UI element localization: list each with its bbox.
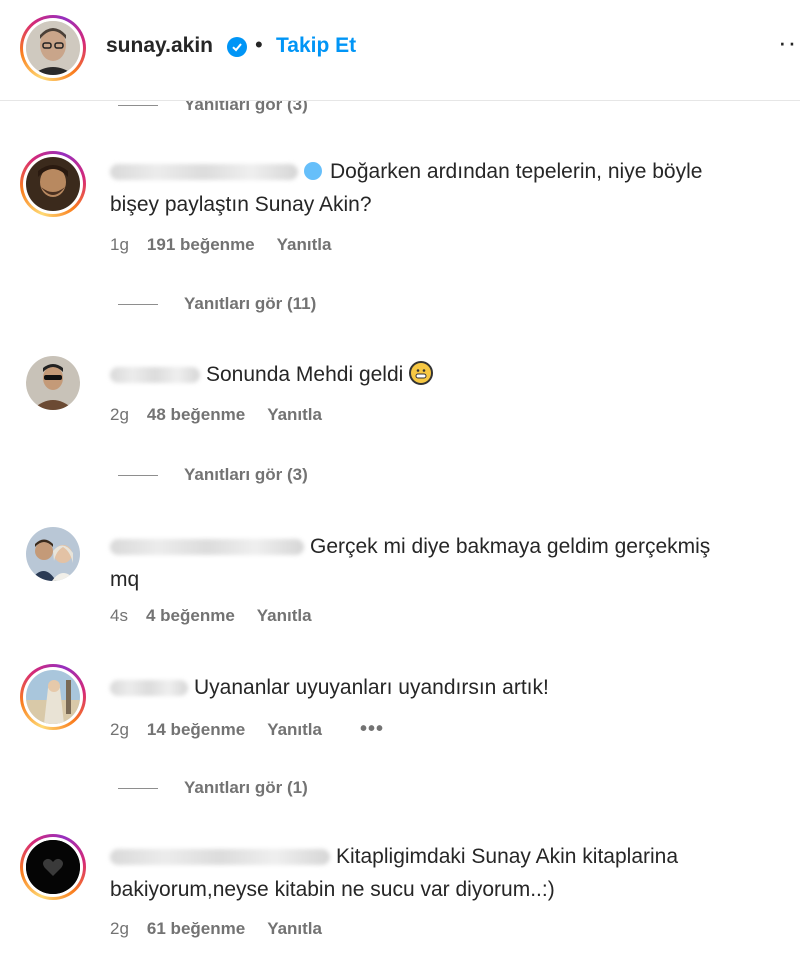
comment-meta: 4s 4 beğenme Yanıtla [110,606,312,626]
reply-button[interactable]: Yanıtla [277,235,332,255]
reply-button[interactable]: Yanıtla [257,606,312,626]
commenter-username-blurred[interactable] [110,539,304,556]
grinning-emoji-icon [409,361,434,385]
comment-timestamp[interactable]: 2g [110,720,129,740]
commenter-avatar[interactable] [26,157,80,211]
comment-options-icon[interactable]: ••• [360,718,384,741]
commenter-username-blurred[interactable] [110,680,188,697]
comment-likes[interactable]: 48 beğenme [147,405,245,425]
comment-likes[interactable]: 14 beğenme [147,720,245,740]
comment-likes[interactable]: 4 beğenme [146,606,235,626]
comment-text: Uyananlar uyuyanları uyandırsın artık! [110,671,549,704]
commenter-avatar-ring[interactable] [20,151,86,217]
verified-badge-icon [227,37,247,57]
commenter-avatar[interactable] [26,356,80,410]
comment-timestamp[interactable]: 4s [110,606,128,626]
commenter-avatar[interactable] [26,840,80,894]
view-replies-toggle[interactable]: Yanıtları gör (1) [118,778,308,798]
comment-meta: 2g 48 beğenme Yanıtla [110,405,322,425]
profile-avatar-ring[interactable] [20,15,86,81]
comment-timestamp[interactable]: 1g [110,235,129,255]
profile-avatar[interactable] [26,21,80,75]
comment-meta: 2g 61 beğenme Yanıtla [110,919,322,939]
comment-likes[interactable]: 191 beğenme [147,235,255,255]
comment-text: Doğarken ardından tepelerin, niye böyle b… [110,160,703,216]
comment-text: Kitapligimdaki Sunay Akin kitaplarina bak… [110,845,679,901]
post-header: sunay.akin • Takip Et ··· [0,0,800,101]
comment-text: Sonunda Mehdi geldi [110,358,434,391]
view-replies-toggle[interactable]: Yanıtları gör (11) [118,294,316,314]
reply-button[interactable]: Yanıtla [267,405,322,425]
follow-button[interactable]: Takip Et [276,34,356,58]
comment-likes[interactable]: 61 beğenme [147,919,245,939]
commenter-avatar[interactable] [26,670,80,724]
post-author-username[interactable]: sunay.akin [106,34,213,58]
comment-timestamp[interactable]: 2g [110,405,129,425]
reply-button[interactable]: Yanıtla [267,919,322,939]
verified-badge-icon [304,162,322,180]
comment-meta: 2g 14 beğenme Yanıtla ••• [110,718,384,741]
commenter-username-blurred[interactable] [110,164,298,181]
commenter-username-blurred[interactable] [110,849,330,866]
commenter-avatar[interactable] [26,527,80,581]
commenter-avatar-ring[interactable] [20,664,86,730]
comment-meta: 1g 191 beğenme Yanıtla [110,235,331,255]
comment-timestamp[interactable]: 2g [110,919,129,939]
view-replies-toggle[interactable]: Yanıtları gör (3) [118,465,308,485]
more-options-icon[interactable]: ··· [778,27,800,58]
commenter-username-blurred[interactable] [110,367,200,384]
comment-text: Gerçek mi diye bakmaya geldim gerçekmiş m… [110,535,711,591]
separator-dot: • [255,32,263,57]
commenter-avatar-ring[interactable] [20,834,86,900]
reply-button[interactable]: Yanıtla [267,720,322,740]
